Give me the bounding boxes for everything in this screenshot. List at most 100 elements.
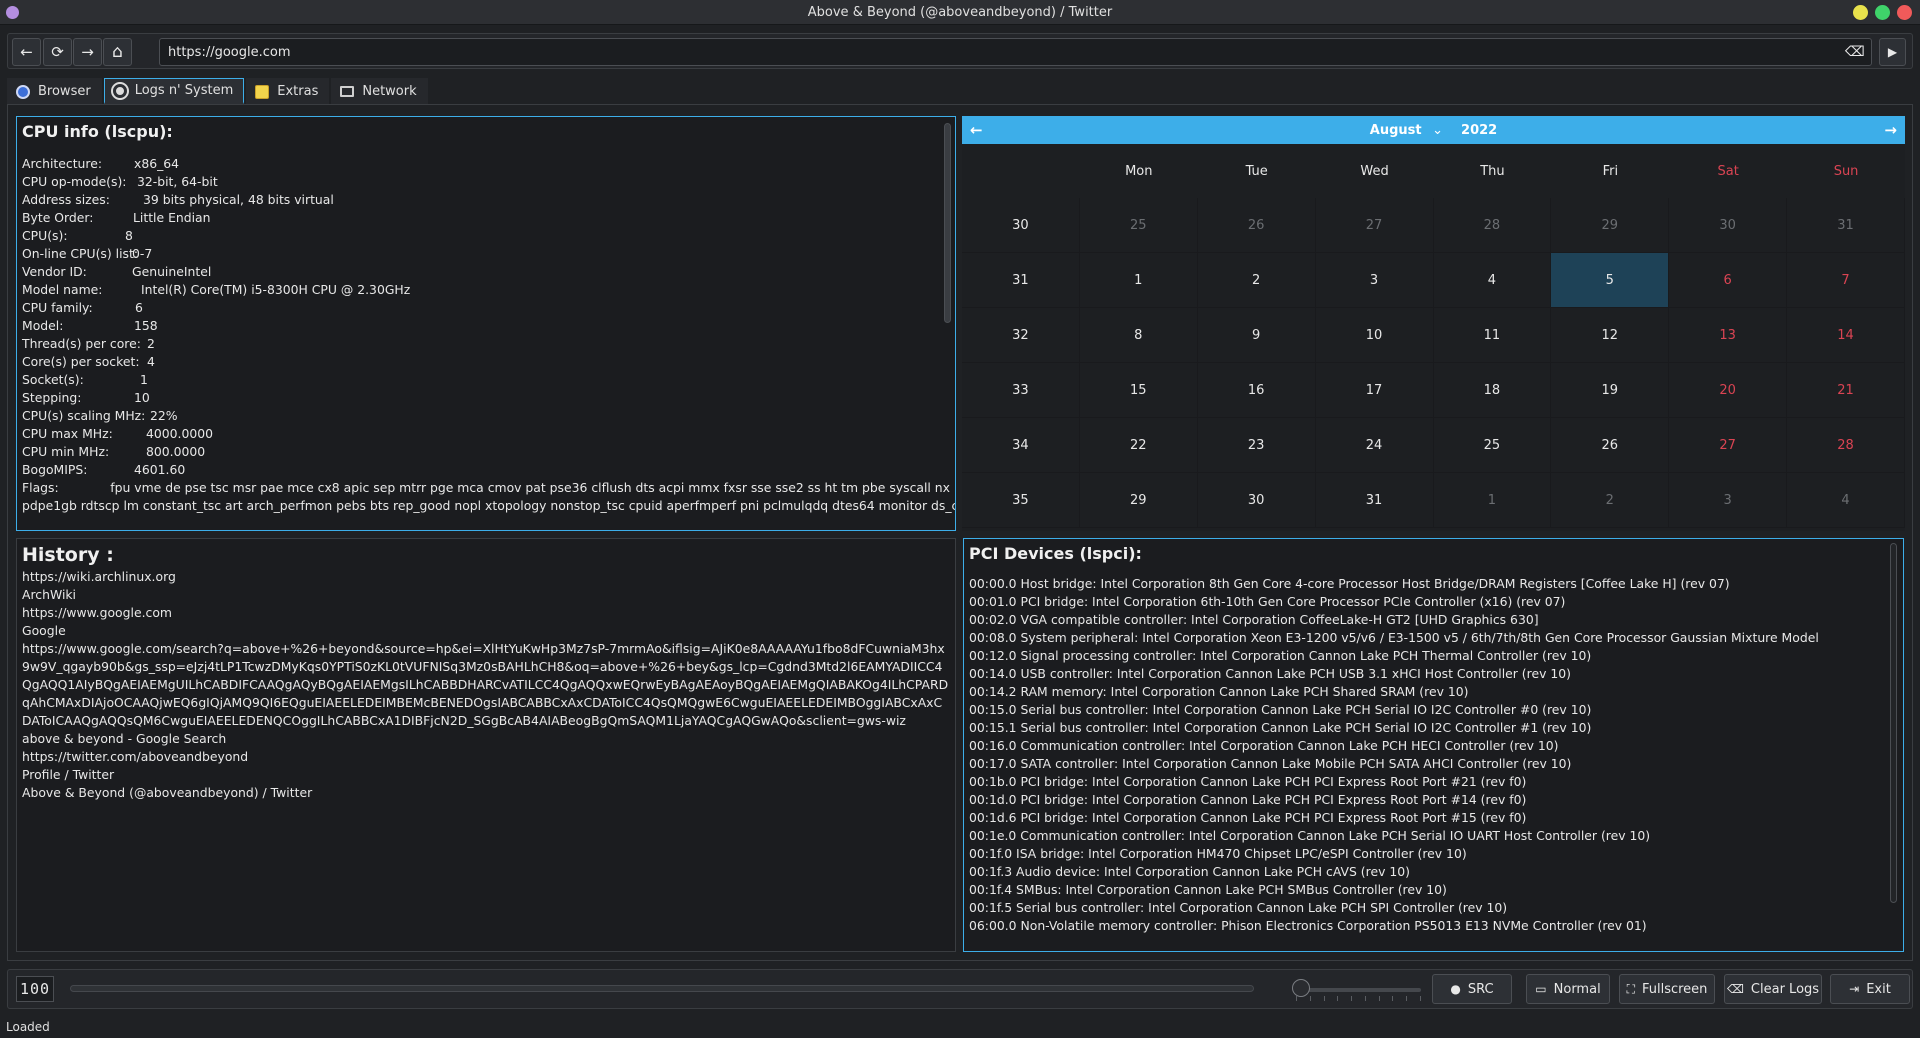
calendar-day[interactable]: 20 [1669,363,1788,418]
reload-button[interactable]: ⟳ [43,38,72,66]
history-entry[interactable]: https://www.google.com [22,604,950,622]
calendar-week-row: 33 15 16 17 18 19 20 21 [962,363,1905,418]
normal-button[interactable]: ▭ Normal [1526,974,1610,1004]
calendar-day[interactable]: 28 [1787,418,1905,473]
home-button[interactable]: ⌂ [103,38,132,66]
calendar-day[interactable]: 4 [1433,253,1552,308]
calendar-day[interactable]: 26 [1197,198,1316,253]
next-month-button[interactable]: → [1884,121,1897,139]
go-button[interactable]: ▶ [1879,38,1906,66]
fullscreen-icon: ⛶ [1626,981,1635,996]
go-icon: ▶ [1887,45,1898,59]
cpu-info-row: Address sizes: 39 bits physical, 48 bits … [22,191,950,209]
history-entry[interactable]: ArchWiki [22,586,950,604]
calendar-day[interactable]: 3 [1669,473,1788,528]
history-entry[interactable]: above & beyond - Google Search [22,730,950,748]
calendar-day[interactable]: 26 [1551,418,1670,473]
zoom-slider-handle[interactable] [1292,979,1310,997]
calendar-day[interactable]: 12 [1551,308,1670,363]
month-selector[interactable]: August ⌄ [1370,123,1461,138]
calendar-day[interactable]: 15 [1079,363,1198,418]
calendar-day[interactable]: 29 [1079,473,1198,528]
maximize-button[interactable] [1875,5,1890,20]
history-entry[interactable]: https://wiki.archlinux.org [22,568,950,586]
zoom-slider-track[interactable] [1296,988,1421,992]
tab-browser[interactable]: Browser [7,78,102,104]
calendar-day[interactable]: 1 [1079,253,1198,308]
calendar-day[interactable]: 31 [1787,198,1905,253]
calendar-day[interactable]: 21 [1787,363,1905,418]
cpu-info-value: 4601.60 [134,462,186,477]
calendar-day[interactable]: 9 [1197,308,1316,363]
calendar-day[interactable]: 28 [1433,198,1552,253]
calendar-day[interactable]: 23 [1197,418,1316,473]
cpu-info-key: Flags: [22,480,59,495]
calendar-day[interactable]: 14 [1787,308,1905,363]
calendar-day[interactable]: 2 [1197,253,1316,308]
calendar-day[interactable]: 7 [1787,253,1905,308]
pci-list: 00:00.0 Host bridge: Intel Corporation 8… [969,575,1898,935]
notes-icon [255,84,270,99]
cpu-info-key: CPU(s) scaling MHz: [22,408,146,423]
calendar-day[interactable]: 30 [1197,473,1316,528]
calendar-day[interactable]: 24 [1315,418,1434,473]
back-button[interactable]: ← [12,38,41,66]
pci-device-entry: 00:1f.3 Audio device: Intel Corporation … [969,864,1410,879]
minimize-button[interactable] [1853,5,1868,20]
cpu-info-value: 0-7 [132,246,153,261]
calendar-day[interactable]: 27 [1669,418,1788,473]
calendar-day[interactable]: 1 [1433,473,1552,528]
clear-logs-button[interactable]: ⌫ Clear Logs [1724,974,1822,1004]
calendar-day[interactable]: 30 [1669,198,1788,253]
cpu-scrollbar[interactable] [944,123,951,323]
history-entry[interactable]: Above & Beyond (@aboveandbeyond) / Twitt… [22,784,950,802]
pci-devices-panel[interactable]: PCI Devices (lspci): 00:00.0 Host bridge… [963,538,1904,952]
close-button[interactable] [1897,5,1912,20]
tab-extras[interactable]: Extras [246,78,330,104]
chevron-down-icon: ⌄ [1432,122,1444,138]
calendar-day[interactable]: 3 [1315,253,1434,308]
calendar-day[interactable]: 27 [1315,198,1434,253]
calendar-day[interactable]: 13 [1669,308,1788,363]
calendar-day[interactable]: 5 [1551,253,1670,308]
year-label[interactable]: 2022 [1461,123,1497,138]
history-entry[interactable]: https://www.google.com/search?q=above+%2… [22,640,950,730]
calendar-day[interactable]: 11 [1433,308,1552,363]
calendar-day[interactable]: 31 [1315,473,1434,528]
prev-month-button[interactable]: ← [970,121,983,139]
tab-logs-n-system[interactable]: Logs n' System [103,78,245,104]
cpu-info-row: Socket(s): 1 [22,371,950,389]
weekday-header: Tue [1245,163,1268,179]
calendar-day[interactable]: 16 [1197,363,1316,418]
cpu-info-panel[interactable]: CPU info (lscpu): Architecture: x86_64 CPU… [16,116,956,531]
calendar-day[interactable]: 17 [1315,363,1434,418]
tab-network[interactable]: Network [331,78,428,104]
weekday-header: Sat [1717,163,1739,179]
app-menu-icon[interactable] [6,6,19,19]
calendar-day[interactable]: 19 [1551,363,1670,418]
calendar-day[interactable]: 29 [1551,198,1670,253]
cpu-info-row: Architecture: x86_64 [22,155,950,173]
calendar-day[interactable]: 6 [1669,253,1788,308]
exit-button[interactable]: ⇥ Exit [1830,974,1910,1004]
src-button[interactable]: ● SRC [1432,974,1512,1004]
cpu-info-value: 8 [125,228,133,243]
clear-url-icon[interactable]: ⌫ [1845,44,1865,60]
history-entry[interactable]: https://twitter.com/aboveandbeyond [22,748,950,766]
calendar-day[interactable]: 2 [1551,473,1670,528]
history-entry[interactable]: Google [22,622,950,640]
pci-device-entry: 00:14.2 RAM memory: Intel Corporation Ca… [969,684,1469,699]
calendar-day[interactable]: 22 [1079,418,1198,473]
forward-button[interactable]: → [73,38,102,66]
calendar-day[interactable]: 25 [1079,198,1198,253]
calendar-day[interactable]: 8 [1079,308,1198,363]
fullscreen-button[interactable]: ⛶ Fullscreen [1619,974,1715,1004]
history-panel[interactable]: History : https://wiki.archlinux.org Arch… [16,538,956,952]
calendar-day[interactable]: 10 [1315,308,1434,363]
url-input[interactable]: https://google.com ⌫ [159,38,1872,66]
pci-scrollbar[interactable] [1890,543,1897,903]
calendar-day[interactable]: 18 [1433,363,1552,418]
history-entry[interactable]: Profile / Twitter [22,766,950,784]
calendar-day[interactable]: 25 [1433,418,1552,473]
calendar-day[interactable]: 4 [1787,473,1905,528]
